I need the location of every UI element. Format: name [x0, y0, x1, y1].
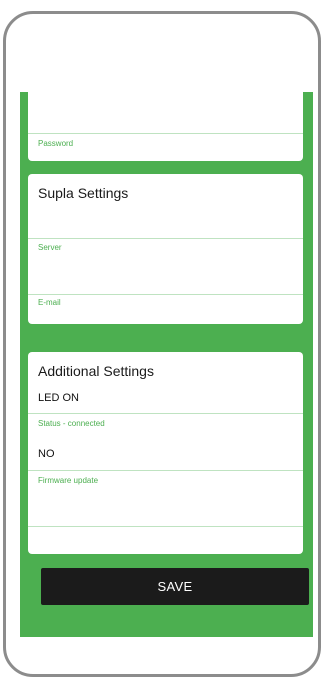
server-label: Server [38, 243, 62, 252]
led-select[interactable]: LED ON [38, 392, 79, 404]
save-button[interactable]: SAVE [41, 568, 309, 605]
password-divider [28, 133, 303, 134]
settings-screen: Password Supla Settings Server E-mail Ad… [20, 92, 313, 637]
phone-frame: Password Supla Settings Server E-mail Ad… [3, 11, 321, 677]
additional-settings-card: Additional Settings LED ON Status - conn… [28, 352, 303, 554]
server-input[interactable] [28, 210, 303, 238]
credentials-card: Password [28, 92, 303, 161]
supla-settings-card: Supla Settings Server E-mail [28, 174, 303, 324]
server-top-divider [28, 238, 303, 239]
status-label: Status - connected [38, 419, 105, 428]
firmware-update-input[interactable] [28, 488, 303, 526]
email-input[interactable] [28, 256, 303, 294]
firmware-update-label: Firmware update [38, 476, 99, 485]
firmware-divider [28, 470, 303, 471]
firmware-select[interactable]: NO [38, 448, 55, 460]
password-label: Password [38, 139, 74, 148]
supla-settings-title: Supla Settings [38, 185, 129, 201]
led-divider [28, 413, 303, 414]
email-top-divider [28, 294, 303, 295]
password-input[interactable] [28, 100, 303, 133]
email-label: E-mail [38, 298, 61, 307]
additional-settings-title: Additional Settings [38, 363, 154, 379]
bottom-divider [28, 526, 303, 527]
